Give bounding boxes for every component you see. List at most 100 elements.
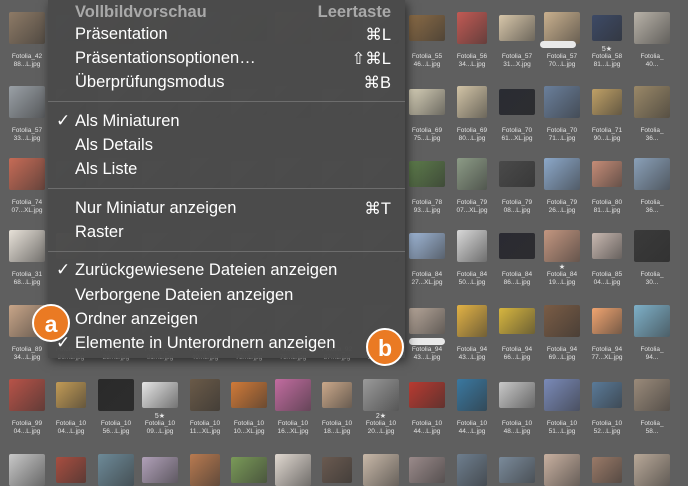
menu-item-nur-miniatur-anzeigen[interactable]: Nur Miniatur anzeigen ⌘T [48, 197, 405, 221]
thumbnail-image[interactable] [142, 457, 178, 483]
thumbnail-image[interactable] [56, 382, 86, 408]
menu-item-als-details[interactable]: Als Details [48, 134, 405, 158]
thumbnail-image[interactable] [9, 454, 45, 486]
thumbnail-filename: Fotolia_10 [456, 420, 488, 427]
thumbnail-filename-suffix: 51...L.jpg [548, 428, 576, 435]
thumbnail-image[interactable] [544, 379, 580, 411]
thumbnail-caption: Fotolia_ 36... [630, 127, 674, 143]
thumbnail-filename-suffix: 34...L.jpg [13, 354, 41, 361]
thumbnail-image[interactable] [190, 454, 220, 486]
thumbnail-image[interactable] [592, 161, 622, 187]
thumbnail-image[interactable] [190, 379, 220, 411]
menu-item-zurueckgewiesene-dateien[interactable]: ✓ Zurückgewiesene Dateien anzeigen [48, 259, 405, 283]
thumbnail-filename: Fotolia_70 [501, 127, 533, 134]
thumbnail-filename: Fotolia_69 [456, 127, 488, 134]
thumbnail-image[interactable] [634, 12, 670, 44]
thumbnail-image[interactable] [457, 379, 487, 411]
thumbnail-image[interactable] [499, 457, 535, 483]
thumbnail-caption: Fotolia_94 66...L.jpg [495, 346, 539, 362]
thumbnail-image[interactable] [9, 230, 45, 262]
thumbnail-image[interactable] [544, 230, 580, 262]
thumbnail-image[interactable] [457, 230, 487, 262]
thumbnail-caption: Fotolia_79 08...L.jpg [495, 199, 539, 215]
thumbnail-image[interactable] [9, 379, 45, 411]
thumbnail-image[interactable] [457, 158, 487, 190]
thumbnail-filename-suffix: 70...L.jpg [548, 61, 576, 68]
thumbnail-image[interactable] [544, 12, 580, 44]
thumbnail-image[interactable] [56, 457, 86, 483]
thumbnail-caption: Fotolia_10 56...L.jpg [94, 420, 138, 436]
thumbnail-filename-suffix: 58... [645, 428, 659, 435]
thumbnail-caption: Fotolia_55 46...L.jpg [405, 53, 449, 69]
thumbnail-image[interactable] [409, 89, 445, 115]
thumbnail-image[interactable] [409, 457, 445, 483]
thumbnail-image[interactable] [634, 86, 670, 118]
thumbnail-image[interactable] [592, 89, 622, 115]
thumbnail-image[interactable] [634, 454, 670, 486]
thumbnail-image[interactable] [634, 305, 670, 337]
thumbnail-image[interactable] [544, 454, 580, 486]
thumbnail-image[interactable] [592, 382, 622, 408]
thumbnail-image[interactable] [499, 161, 535, 187]
thumbnail-image[interactable] [457, 305, 487, 337]
thumbnail-image[interactable] [322, 382, 352, 408]
thumbnail-image[interactable] [592, 457, 622, 483]
menu-item-praesentationsoptionen[interactable]: Präsentationsoptionen… ⇧⌘L [48, 47, 405, 71]
thumbnail-image[interactable] [409, 15, 445, 41]
thumbnail-filename: Fotolia_ [640, 127, 664, 134]
thumbnail-image[interactable] [544, 305, 580, 337]
thumbnail-image[interactable] [322, 457, 352, 483]
thumbnail-image[interactable] [544, 158, 580, 190]
thumbnail-image[interactable] [275, 454, 311, 486]
thumbnail-caption: Fotolia_10 16...XL.jpg [271, 420, 315, 436]
thumbnail-image[interactable] [592, 233, 622, 259]
thumbnail-image[interactable] [499, 308, 535, 334]
menu-item-als-liste[interactable]: Als Liste [48, 158, 405, 182]
menu-item-raster[interactable]: Raster [48, 221, 405, 245]
thumbnail-image[interactable] [9, 86, 45, 118]
thumbnail-image[interactable] [9, 12, 45, 44]
thumbnail-image[interactable] [409, 161, 445, 187]
thumbnail-image[interactable] [142, 382, 178, 408]
thumbnail-image[interactable] [98, 379, 134, 411]
thumbnail-image[interactable] [9, 158, 45, 190]
thumbnail-image[interactable] [592, 15, 622, 41]
thumbnail-image[interactable] [457, 86, 487, 118]
thumbnail-filename-suffix: 61...XL.jpg [501, 135, 533, 142]
thumbnail-image[interactable] [634, 379, 670, 411]
thumbnail-image[interactable] [275, 379, 311, 411]
thumbnail-filename-suffix: 11...XL.jpg [189, 428, 221, 435]
thumbnail-image[interactable] [409, 308, 445, 334]
thumbnail-image[interactable] [499, 382, 535, 408]
thumbnail-image[interactable] [544, 86, 580, 118]
thumbnail-image[interactable] [363, 379, 399, 411]
thumbnail-image[interactable] [457, 454, 487, 486]
thumbnail-image[interactable] [231, 457, 267, 483]
menu-item-elemente-in-unterordnern[interactable]: ✓ Elemente in Unterordnern anzeigen [48, 332, 405, 356]
menu-item-verborgene-dateien[interactable]: Verborgene Dateien anzeigen [48, 284, 405, 308]
menu-item-praesentation[interactable]: Präsentation ⌘L [48, 23, 405, 47]
thumbnail-image[interactable] [499, 89, 535, 115]
thumbnail-image[interactable] [98, 454, 134, 486]
thumbnail-image[interactable] [634, 158, 670, 190]
thumbnail-image[interactable] [231, 382, 267, 408]
thumbnail-caption: Fotolia_84 86...L.jpg [495, 271, 539, 287]
thumbnail-filename-suffix: 90...L.jpg [593, 135, 621, 142]
menu-item-als-miniaturen[interactable]: ✓ Als Miniaturen [48, 110, 405, 134]
thumbnail-image[interactable] [409, 382, 445, 408]
menu-item-ordner-anzeigen[interactable]: Ordner anzeigen [48, 308, 405, 332]
menu-item-shortcut: Leertaste [317, 3, 391, 21]
thumbnail-image[interactable] [363, 454, 399, 486]
menu-item-ueberpruefungsmodus[interactable]: Überprüfungsmodus ⌘B [48, 71, 405, 95]
thumbnail-filename: Fotolia_84 [501, 271, 533, 278]
rating-stars: 5★ [154, 413, 166, 420]
thumbnail-image[interactable] [634, 230, 670, 262]
thumbnail-image[interactable] [457, 12, 487, 44]
thumbnail-image[interactable] [499, 233, 535, 259]
thumbnail-filename-suffix: 80...L.jpg [458, 135, 486, 142]
thumbnail-image[interactable] [592, 308, 622, 334]
thumbnail-filename-suffix: 09...L.jpg [146, 428, 174, 435]
thumbnail-filename: Fotolia_84 [546, 271, 578, 278]
thumbnail-image[interactable] [409, 233, 445, 259]
thumbnail-image[interactable] [499, 15, 535, 41]
